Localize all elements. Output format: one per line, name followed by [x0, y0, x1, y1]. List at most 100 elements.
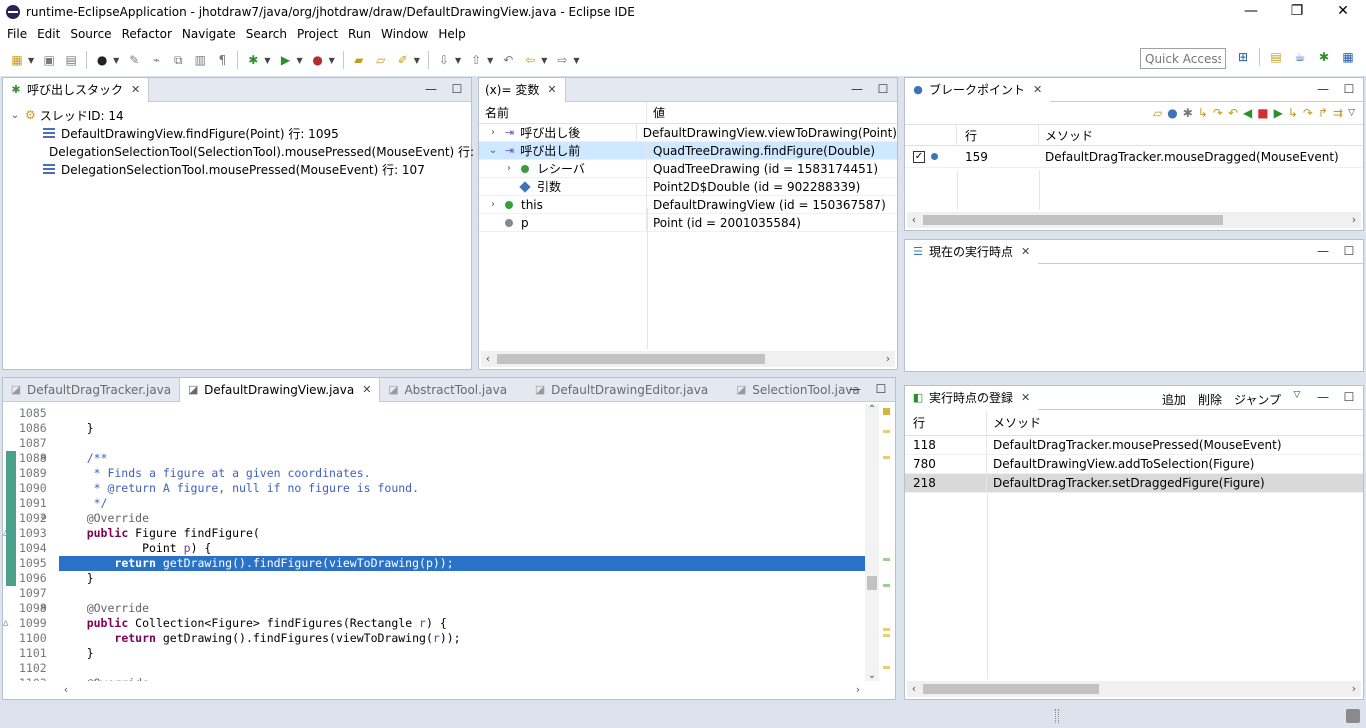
menu-file[interactable]: File: [2, 24, 32, 44]
code-editor[interactable]: 1085 1086 } 1087 1088 ⊖ /** 1089 * Finds a fi…: [3, 404, 865, 681]
minimize-button[interactable]: —: [1228, 0, 1274, 24]
toggle-breakpoint-icon[interactable]: ✎: [125, 51, 143, 69]
next-annotation-icon[interactable]: ⇩: [435, 51, 453, 69]
chevron-down-icon[interactable]: ⌄: [9, 110, 21, 121]
add-button[interactable]: 追加: [1162, 391, 1186, 408]
column-header-line[interactable]: 行: [905, 410, 987, 435]
menu-refactor[interactable]: Refactor: [117, 24, 177, 44]
menu-help[interactable]: Help: [433, 24, 470, 44]
open-task-icon[interactable]: ▥: [191, 51, 209, 69]
back-dropdown-icon[interactable]: ▼: [541, 56, 547, 65]
registry-row[interactable]: 218 DefaultDragTracker.setDraggedFigure(…: [905, 474, 1363, 493]
debug-perspective-icon[interactable]: ✱: [1315, 48, 1333, 66]
code-line[interactable]: 1097: [3, 586, 865, 601]
scroll-up-icon[interactable]: ⌃: [865, 404, 879, 415]
code-line[interactable]: 1094 Point p) {: [3, 541, 865, 556]
variable-row[interactable]: › this DefaultDrawingView (id = 150367587…: [479, 196, 897, 214]
tab-current-point[interactable]: ☰ 現在の実行時点 ✕: [905, 239, 1039, 264]
scroll-left-icon[interactable]: ‹: [481, 351, 495, 367]
scroll-right-icon[interactable]: ›: [851, 682, 865, 698]
chevron-right-icon[interactable]: ›: [487, 199, 499, 210]
menu-project[interactable]: Project: [292, 24, 343, 44]
code-line[interactable]: 1091 */: [3, 496, 865, 511]
column-header-name[interactable]: 名前: [479, 102, 647, 123]
horizontal-scrollbar[interactable]: ‹ ›: [481, 351, 895, 367]
scroll-thumb[interactable]: [867, 576, 877, 590]
fold-toggle-icon[interactable]: ⊖: [41, 451, 46, 466]
code-line[interactable]: 1092 ⊖ @Override: [3, 511, 865, 526]
new-dropdown-icon[interactable]: ▼: [28, 56, 34, 65]
notifications-icon[interactable]: [1346, 709, 1360, 723]
last-edit-icon[interactable]: ↶: [499, 51, 517, 69]
column-header-line[interactable]: 行: [957, 125, 1039, 145]
breakpoint-checkbox[interactable]: ✓: [913, 150, 925, 163]
quick-access-input[interactable]: [1140, 48, 1226, 69]
back-icon[interactable]: ⇦: [521, 51, 539, 69]
code-line[interactable]: 1100 return getDrawing().findFigures(vie…: [3, 631, 865, 646]
debug-dropdown-icon[interactable]: ▼: [264, 56, 270, 65]
variable-row[interactable]: › ⇥ 呼び出し後 DefaultDrawingView.viewToDrawing…: [479, 124, 897, 142]
open-perspective-icon[interactable]: ⊞: [1234, 48, 1252, 66]
close-icon[interactable]: ✕: [547, 83, 556, 96]
scroll-right-icon[interactable]: ›: [1347, 212, 1361, 228]
minimize-icon[interactable]: —: [1317, 390, 1329, 404]
layout-perspective-icon[interactable]: ▦: [1339, 48, 1357, 66]
code-line[interactable]: 1101 }: [3, 646, 865, 661]
horizontal-scrollbar[interactable]: ‹ ›: [907, 681, 1361, 697]
forward-dropdown-icon[interactable]: ▼: [573, 56, 579, 65]
external-tools-dropdown-icon[interactable]: ▼: [329, 56, 335, 65]
column-header-method[interactable]: メソッド: [987, 410, 1041, 435]
chevron-down-icon[interactable]: ⌄: [487, 145, 499, 156]
close-icon[interactable]: ✕: [1033, 83, 1042, 96]
code-line[interactable]: 1086 }: [3, 421, 865, 436]
breakpoint-row[interactable]: ✓ 159 DefaultDragTracker.mouseDragged(Mo…: [905, 146, 1363, 168]
horizontal-scrollbar[interactable]: ‹ ›: [59, 682, 865, 698]
code-line[interactable]: 1098 ⊖ @Override: [3, 601, 865, 616]
variable-row[interactable]: 引数 Point2D$Double (id = 902288339): [479, 178, 897, 196]
maximize-icon[interactable]: ☐: [1343, 244, 1355, 258]
tab-callstack[interactable]: ✱ 呼び出しスタック ✕: [3, 77, 150, 102]
pin-icon[interactable]: ✐: [394, 51, 412, 69]
minimize-icon[interactable]: —: [1317, 244, 1329, 258]
tab-editor-defaultdrawingeditor[interactable]: ◪ DefaultDrawingEditor.java: [527, 378, 716, 402]
maximize-icon[interactable]: ☐: [1343, 82, 1355, 96]
code-line[interactable]: 1090 * @return A figure, null if no figu…: [3, 481, 865, 496]
debug-icon[interactable]: ✱: [244, 51, 262, 69]
horizontal-scrollbar[interactable]: ‹ ›: [907, 212, 1361, 228]
skip-breakpoints-icon[interactable]: ⌁: [147, 51, 165, 69]
menu-source[interactable]: Source: [65, 24, 116, 44]
step-into-icon[interactable]: ↳: [1198, 106, 1208, 120]
code-line[interactable]: 1085: [3, 406, 865, 421]
code-line[interactable]: 1096 }: [3, 571, 865, 586]
next-annotation-dropdown-icon[interactable]: ▼: [455, 56, 461, 65]
fold-toggle-icon[interactable]: ⊖: [41, 601, 46, 616]
step-into-2-icon[interactable]: ↳: [1288, 106, 1298, 120]
menu-search[interactable]: Search: [241, 24, 292, 44]
menu-window[interactable]: Window: [376, 24, 433, 44]
scroll-left-icon[interactable]: ‹: [59, 682, 73, 698]
close-icon[interactable]: ✕: [362, 383, 371, 396]
registry-row[interactable]: 780 DefaultDrawingView.addToSelection(Fi…: [905, 455, 1363, 474]
tab-breakpoints[interactable]: ● ブレークポイント ✕: [905, 77, 1051, 102]
close-button[interactable]: ✕: [1320, 0, 1366, 24]
user-icon[interactable]: ●: [93, 51, 111, 69]
maximize-icon[interactable]: ☐: [875, 382, 887, 396]
maximize-button[interactable]: ❐: [1274, 0, 1320, 24]
tab-editor-defaultdrawingview[interactable]: ◪ DefaultDrawingView.java ✕: [179, 377, 381, 402]
scroll-left-icon[interactable]: ‹: [907, 681, 921, 697]
menu-run[interactable]: Run: [343, 24, 376, 44]
code-line[interactable]: 1103 @Override: [3, 676, 865, 681]
open-folder-icon[interactable]: ▱: [1153, 106, 1162, 120]
close-icon[interactable]: ✕: [1021, 391, 1030, 404]
code-line[interactable]: 1088 ⊖ /**: [3, 451, 865, 466]
variable-row[interactable]: ⌄ ⇥ 呼び出し前 QuadTreeDrawing.findFigure(Doubl…: [479, 142, 897, 160]
jump-button[interactable]: ジャンプ: [1234, 391, 1281, 408]
pin-dropdown-icon[interactable]: ▼: [414, 56, 420, 65]
external-tools-icon[interactable]: ●: [309, 51, 327, 69]
code-line[interactable]: 1093△ public Figure findFigure(: [3, 526, 865, 541]
open-folder-icon[interactable]: ▱: [372, 51, 390, 69]
code-line[interactable]: 1087: [3, 436, 865, 451]
overview-ruler[interactable]: [879, 404, 895, 681]
save-all-icon[interactable]: ▤: [62, 51, 80, 69]
variable-row[interactable]: p Point (id = 2001035584): [479, 214, 897, 232]
